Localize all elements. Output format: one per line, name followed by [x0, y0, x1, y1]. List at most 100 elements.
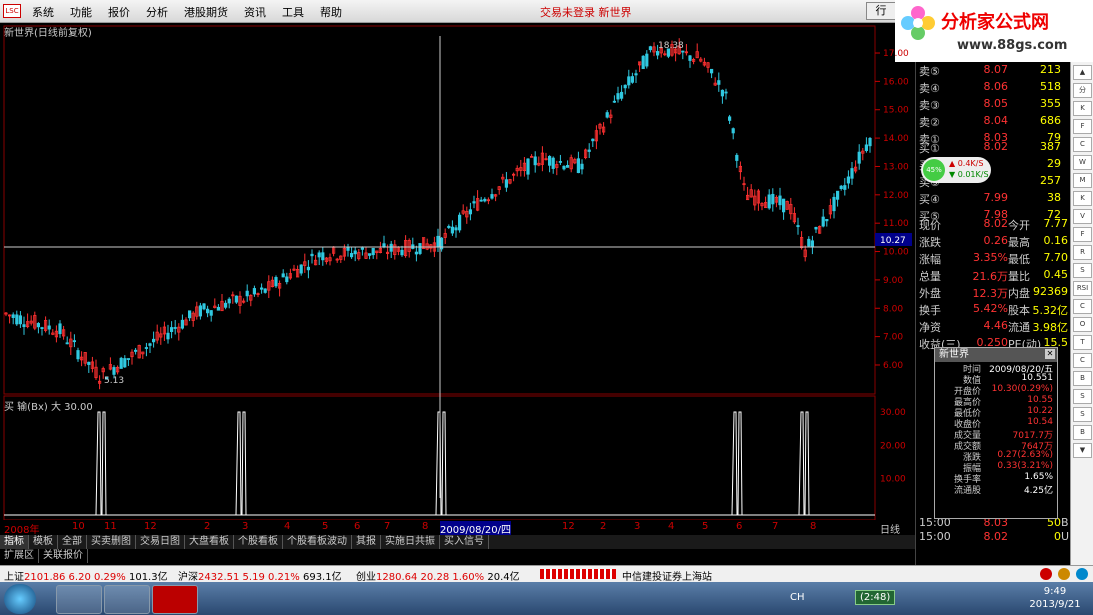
trade-button[interactable]: 行 [866, 2, 896, 20]
time-label: 10 [72, 521, 85, 532]
window-title: 交易未登录 新世界 [540, 6, 632, 19]
candle-body [735, 154, 739, 161]
stat-label: 现价 [919, 219, 941, 232]
close-icon[interactable]: ✕ [1045, 349, 1055, 359]
ime-indicator[interactable]: CH [790, 592, 805, 603]
sell-level-2[interactable]: 卖② 8.04 686 [916, 114, 1071, 131]
tab-indicator-1[interactable]: 模板 [29, 535, 58, 549]
index-sh[interactable]: 上证2101.86 6.20 0.29% 101.3亿 [4, 568, 168, 583]
candle-body [72, 340, 76, 343]
candle-body [767, 194, 771, 209]
tab-indicator-10[interactable]: 买入信号 [440, 535, 489, 549]
toolbar-button-20[interactable]: B [1073, 425, 1092, 440]
tab-indicator-6[interactable]: 个股看板 [234, 535, 283, 549]
alert-icon[interactable] [1040, 568, 1052, 580]
menu-item-news[interactable]: 资讯 [236, 4, 274, 20]
menu-item-help[interactable]: 帮助 [312, 4, 350, 20]
candle-body [526, 158, 530, 175]
candle-body [274, 277, 278, 287]
kline-chart[interactable]: 17.00 16.00 15.00 14.00 13.00 12.00 11.00 10.00… [0, 22, 915, 520]
menu-item-analysis[interactable]: 分析 [138, 4, 176, 20]
system-clock[interactable]: 9:49 2013/9/21 [1020, 585, 1090, 611]
candlestick-series [4, 38, 872, 390]
tab-indicator-3[interactable]: 买卖删图 [87, 535, 136, 549]
tab-related-quote[interactable]: 关联报价 [39, 549, 88, 563]
popup-row: 数值 10.551 [935, 373, 1057, 386]
toolbar-button-0[interactable]: ▲ [1073, 65, 1092, 80]
tab-indicator-9[interactable]: 实施日共振 [381, 535, 440, 549]
buy-level-1[interactable]: 买① 8.02 387 [916, 140, 1071, 157]
toolbar-button-11[interactable]: S [1073, 263, 1092, 278]
toolbar-button-2[interactable]: K [1073, 101, 1092, 116]
tab-indicator-7[interactable]: 个股看板波动 [283, 535, 352, 549]
start-button-icon[interactable] [4, 584, 36, 614]
toolbar-button-21[interactable]: ▼ [1073, 443, 1092, 458]
toolbar-button-6[interactable]: M [1073, 173, 1092, 188]
explorer-taskbar-icon[interactable] [56, 585, 102, 614]
time-label: 4 [668, 521, 675, 532]
broker-app-taskbar-icon[interactable] [152, 585, 198, 614]
toolbar-button-12[interactable]: RSI [1073, 281, 1092, 296]
tab-indicator-5[interactable]: 大盘看板 [185, 535, 234, 549]
toolbar-button-8[interactable]: V [1073, 209, 1092, 224]
popup-row: 开盘价 10.30(0.29%) [935, 384, 1057, 397]
sell-level-3[interactable]: 卖③ 8.05 355 [916, 97, 1071, 114]
tab-indicator-4[interactable]: 交易日图 [136, 535, 185, 549]
toolbar-button-19[interactable]: S [1073, 407, 1092, 422]
time-label: 4 [284, 521, 291, 532]
index-hs[interactable]: 沪深2432.51 5.19 0.21% 693.1亿 [178, 568, 342, 583]
popup-row: 时间 2009/08/20/五 [935, 362, 1057, 375]
menu-item-function[interactable]: 功能 [62, 4, 100, 20]
tab-indicator-8[interactable]: 其报 [352, 535, 381, 549]
buy-level-4[interactable]: 买④ 7.99 38 [916, 191, 1071, 208]
menu-item-quote[interactable]: 报价 [100, 4, 138, 20]
period-button[interactable]: 日线 [880, 521, 910, 536]
app-taskbar-icon[interactable] [104, 585, 150, 614]
indicator-spike [95, 411, 107, 516]
tab-indicator-0[interactable]: 指标 [0, 535, 29, 549]
candle-body [483, 198, 487, 202]
tick-time: 15:00 [919, 530, 951, 543]
candle-body [123, 358, 127, 368]
menu-item-tools[interactable]: 工具 [274, 4, 312, 20]
toolbar-button-18[interactable]: S [1073, 389, 1092, 404]
candle-body [825, 219, 829, 222]
candle-body [321, 252, 325, 261]
toolbar-button-10[interactable]: R [1073, 245, 1092, 260]
index-cy[interactable]: 创业1280.64 20.28 1.60% 20.4亿 [356, 568, 520, 583]
popup-value: 10.22 [1027, 406, 1053, 416]
sell-level-4[interactable]: 卖④ 8.06 518 [916, 80, 1071, 97]
candle-body [771, 193, 775, 205]
toolbar-button-1[interactable]: 分 [1073, 83, 1092, 98]
toolbar-button-9[interactable]: F [1073, 227, 1092, 242]
quote-volume: 518 [1040, 80, 1061, 93]
quote-price: 8.06 [983, 80, 1009, 93]
candle-body [724, 91, 728, 94]
quote-volume: 38 [1047, 191, 1061, 204]
tab-indicator-2[interactable]: 全部 [58, 535, 87, 549]
stat-row: 涨幅 3.35% 最低 7.70 [916, 251, 1071, 268]
candle-body [720, 89, 725, 97]
toolbar-button-15[interactable]: T [1073, 335, 1092, 350]
toolbar-button-3[interactable]: F [1073, 119, 1092, 134]
sell-level-5[interactable]: 卖⑤ 8.07 213 [916, 63, 1071, 80]
toolbar-button-4[interactable]: C [1073, 137, 1092, 152]
popup-row: 收盘价 10.54 [935, 417, 1057, 430]
candle-body [119, 357, 123, 369]
search-icon[interactable] [1058, 568, 1070, 580]
stat-row: 换手 5.42% 股本 5.32亿 [916, 302, 1071, 319]
info-icon[interactable] [1076, 568, 1088, 580]
menu-item-system[interactable]: 系统 [24, 4, 62, 20]
toolbar-button-13[interactable]: C [1073, 299, 1092, 314]
bar-info-popup: 新世界 ✕ 时间 2009/08/20/五 数值 10.551 开盘价 10.30(0.2… [934, 347, 1058, 519]
toolbar-button-5[interactable]: W [1073, 155, 1092, 170]
toolbar-button-16[interactable]: C [1073, 353, 1092, 368]
toolbar-button-17[interactable]: B [1073, 371, 1092, 386]
toolbar-button-7[interactable]: K [1073, 191, 1092, 206]
tab-extension[interactable]: 扩展区 [0, 549, 39, 563]
candle-body [468, 209, 473, 215]
toolbar-button-14[interactable]: O [1073, 317, 1092, 332]
candle-body [450, 226, 455, 234]
menu-item-hk-futures[interactable]: 港股期货 [176, 4, 236, 20]
crosshair-price-label: 10.27 [880, 236, 906, 246]
